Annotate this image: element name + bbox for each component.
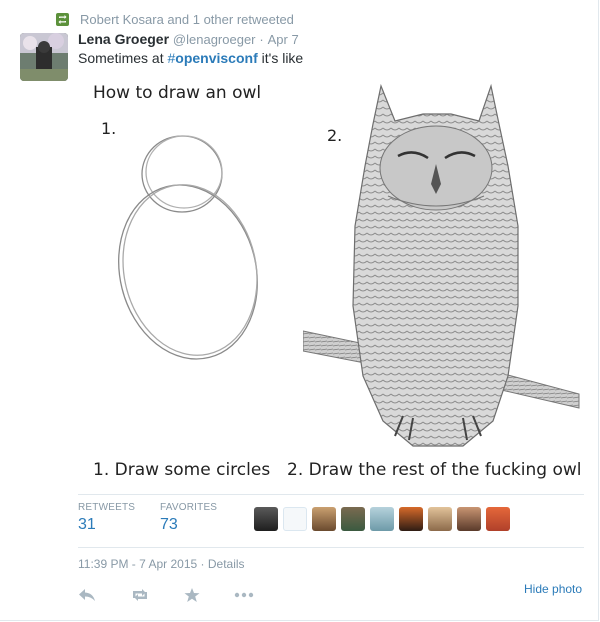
retweets-stat[interactable]: RETWEETS 31 <box>78 502 135 534</box>
hide-photo-link[interactable]: Hide photo <box>524 582 582 596</box>
favoriter-avatar[interactable] <box>341 507 365 531</box>
more-icon[interactable] <box>234 586 254 604</box>
tweet-date[interactable]: Apr 7 <box>268 32 299 47</box>
tweet-card: Robert Kosara and 1 other retweeted Lena… <box>0 0 599 621</box>
tweet-actions <box>78 586 288 604</box>
favorites-label: FAVORITES <box>160 502 218 513</box>
favoriter-avatar[interactable] <box>283 507 307 531</box>
tweet-text-after: it's like <box>257 50 304 66</box>
favorites-count: 73 <box>160 516 178 533</box>
avatar[interactable] <box>20 33 68 81</box>
hashtag-link[interactable]: #openvisconf <box>167 50 257 66</box>
tweet-timestamp[interactable]: 11:39 PM - 7 Apr 2015 · Details <box>78 557 245 571</box>
favoriter-avatar[interactable] <box>428 507 452 531</box>
owl-sketch <box>303 83 580 447</box>
favoriter-avatar[interactable] <box>312 507 336 531</box>
reply-icon[interactable] <box>78 586 96 604</box>
tweet-header: Lena Groeger @lenagroeger · Apr 7 <box>78 31 299 47</box>
favoriter-avatar[interactable] <box>399 507 423 531</box>
owl-image-title: How to draw an owl <box>93 83 262 103</box>
favoriter-avatar[interactable] <box>486 507 510 531</box>
retweet-context-icon <box>56 13 69 26</box>
retweets-count: 31 <box>78 516 96 533</box>
hashtag-text: openvisconf <box>175 50 258 66</box>
owl-caption-step2: 2. Draw the rest of the fucking owl <box>287 460 582 480</box>
tweet-text-before: Sometimes at <box>78 50 168 66</box>
tweet-text: Sometimes at #openvisconf it's like <box>78 50 303 66</box>
author-handle[interactable]: @lenagroeger <box>173 32 256 47</box>
favoriter-avatar[interactable] <box>457 507 481 531</box>
owl-caption-step1: 1. Draw some circles <box>93 460 271 480</box>
retweet-context: Robert Kosara and 1 other retweeted <box>56 12 294 27</box>
circles-sketch <box>118 135 258 360</box>
favorite-icon[interactable] <box>184 586 200 604</box>
favoriters-avatars <box>254 507 515 531</box>
header-separator: · <box>259 32 264 47</box>
favorites-stat[interactable]: FAVORITES 73 <box>160 502 217 534</box>
favoriter-avatar[interactable] <box>254 507 278 531</box>
tweet-stats: RETWEETS 31 FAVORITES 73 <box>78 494 584 548</box>
favoriter-avatar[interactable] <box>370 507 394 531</box>
tweet-photo[interactable]: How to draw an owl 1. 2. 1. Draw some ci… <box>78 76 584 488</box>
retweets-label: RETWEETS <box>78 502 136 513</box>
retweet-icon[interactable] <box>130 586 150 604</box>
retweet-context-text[interactable]: Robert Kosara and 1 other retweeted <box>80 12 294 27</box>
author-name[interactable]: Lena Groeger <box>78 31 169 47</box>
